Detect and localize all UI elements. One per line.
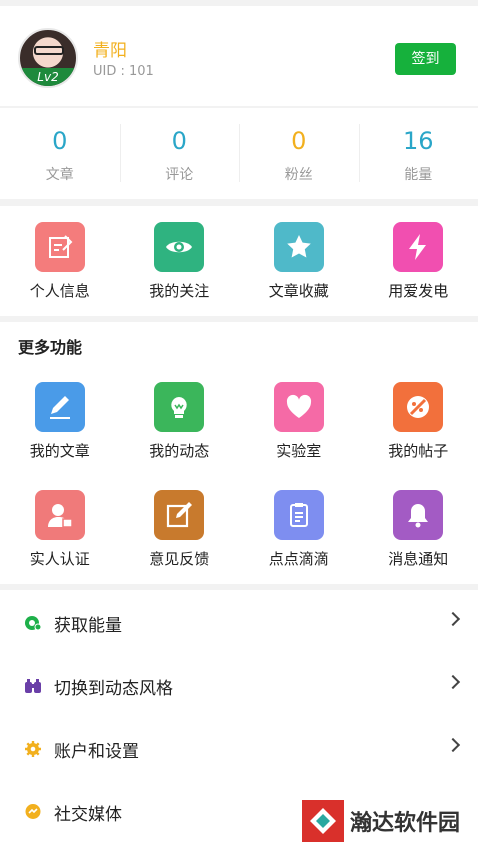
more-item-label: 我的动态 <box>149 442 210 460</box>
stat-value: 0 <box>52 127 68 155</box>
user-id: UID : 101 <box>93 64 154 79</box>
glasses-graphic <box>34 46 64 55</box>
gear-icon <box>24 740 42 758</box>
watermark: 瀚达软件园 <box>302 800 460 842</box>
stat-energy[interactable]: 16 能量 <box>358 108 478 199</box>
binoculars-icon <box>24 677 42 695</box>
level-badge: Lv2 <box>20 68 76 86</box>
menu-item-get-energy[interactable]: 获取能量 <box>0 592 478 654</box>
more-item-label: 实验室 <box>276 442 322 460</box>
menu-item-label: 社交媒体 <box>54 804 122 825</box>
stat-label: 粉丝 <box>284 167 313 183</box>
energy-icon <box>24 614 42 632</box>
watermark-logo-icon <box>302 800 344 842</box>
stat-comments[interactable]: 0 评论 <box>119 108 240 199</box>
more-item-articles[interactable]: 我的文章 <box>0 382 120 461</box>
stats-bar: 0 文章 0 评论 0 粉丝 16 能量 <box>0 108 478 199</box>
stat-articles[interactable]: 0 文章 <box>0 108 120 199</box>
menu-item-account-settings[interactable]: 账户和设置 <box>0 718 478 780</box>
star-icon <box>273 222 324 272</box>
heart-icon <box>273 382 324 432</box>
watermark-text: 瀚达软件园 <box>350 810 461 836</box>
quick-item-favorites[interactable]: 文章收藏 <box>239 206 359 316</box>
more-item-verify[interactable]: 实人认证 <box>0 490 120 569</box>
more-item-moments-log[interactable]: 点点滴滴 <box>239 490 359 569</box>
bell-icon <box>393 490 444 540</box>
more-item-posts[interactable]: 我的帖子 <box>359 382 478 461</box>
stat-value: 0 <box>171 127 187 155</box>
grid-row: 实人认证 意见反馈 点点滴滴 消息通知 <box>0 490 478 569</box>
quick-item-follow[interactable]: 我的关注 <box>120 206 240 316</box>
quick-item-donate[interactable]: 用爱发电 <box>359 206 478 316</box>
quick-item-label: 用爱发电 <box>388 282 449 300</box>
stat-label: 评论 <box>165 167 194 183</box>
stat-label: 文章 <box>45 167 74 183</box>
chevron-right-icon <box>445 737 461 753</box>
menu-item-switch-style[interactable]: 切换到动态风格 <box>0 655 478 717</box>
more-item-notifications[interactable]: 消息通知 <box>359 490 478 569</box>
more-item-label: 实人认证 <box>29 550 90 568</box>
menu-item-label: 切换到动态风格 <box>54 678 173 699</box>
quick-actions: 个人信息 我的关注 文章收藏 用爱发电 <box>0 206 478 316</box>
chat-icon <box>24 803 42 821</box>
username[interactable]: 青阳 <box>93 36 127 61</box>
quick-item-profile[interactable]: 个人信息 <box>0 206 120 316</box>
pencil-icon <box>34 382 85 432</box>
more-item-lab[interactable]: 实验室 <box>239 382 359 461</box>
more-item-label: 我的文章 <box>29 442 90 460</box>
no-icon <box>393 382 444 432</box>
avatar[interactable]: Lv2 <box>18 28 78 88</box>
more-item-feedback[interactable]: 意见反馈 <box>120 490 240 569</box>
signin-button[interactable]: 签到 <box>395 43 456 75</box>
stat-value: 16 <box>402 127 434 155</box>
clipboard-icon <box>273 490 324 540</box>
lightning-icon <box>393 222 444 272</box>
feedback-icon <box>154 490 205 540</box>
quick-item-label: 文章收藏 <box>268 282 329 300</box>
more-item-label: 点点滴滴 <box>268 550 329 568</box>
eye-icon <box>154 222 205 272</box>
stat-label: 能量 <box>404 167 433 183</box>
menu-item-label: 账户和设置 <box>54 741 139 762</box>
quick-item-label: 个人信息 <box>29 282 90 300</box>
stat-value: 0 <box>291 127 307 155</box>
chevron-right-icon <box>445 674 461 690</box>
more-item-label: 意见反馈 <box>149 550 210 568</box>
more-item-moments[interactable]: 我的动态 <box>120 382 240 461</box>
quick-item-label: 我的关注 <box>149 282 210 300</box>
more-item-label: 消息通知 <box>388 550 449 568</box>
grid-row: 我的文章 我的动态 实验室 我的帖子 <box>0 382 478 461</box>
user-lock-icon <box>34 490 85 540</box>
section-title: 更多功能 <box>18 338 83 357</box>
more-functions: 更多功能 我的文章 我的动态 实验室 我的帖子 实人认证 意见反馈 点点滴滴 消… <box>0 322 478 584</box>
edit-icon <box>34 222 85 272</box>
stat-fans[interactable]: 0 粉丝 <box>239 108 359 199</box>
bulb-icon <box>154 382 205 432</box>
profile-card: Lv2 青阳 UID : 101 签到 <box>0 6 478 106</box>
chevron-right-icon <box>445 611 461 627</box>
menu-item-label: 获取能量 <box>54 615 122 636</box>
more-item-label: 我的帖子 <box>388 442 449 460</box>
